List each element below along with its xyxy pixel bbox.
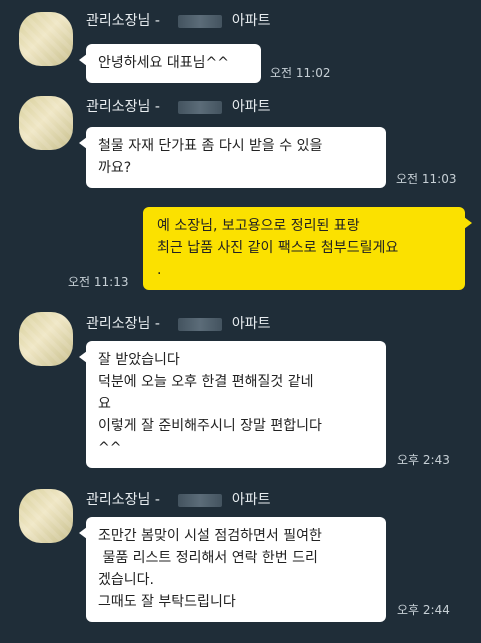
message-time: 오후 2:44 [397, 603, 450, 617]
message-time: 오전 11:13 [68, 275, 129, 289]
incoming-message-bubble[interactable]: 철물 자재 단가표 좀 다시 받을 수 있을 까요? [79, 127, 386, 188]
sender-avatar[interactable] [19, 489, 73, 543]
message-time: 오후 2:43 [397, 453, 450, 467]
sender-name: 관리소장님 - 아파트 [86, 313, 271, 333]
sender-name-suffix: 아파트 [231, 99, 271, 115]
message-time: 오전 11:02 [270, 66, 331, 80]
sender-name-suffix: 아파트 [231, 492, 271, 508]
sender-name-prefix: 관리소장님 - [86, 99, 160, 115]
incoming-message-bubble[interactable]: 안녕하세요 대표님^^ [79, 44, 261, 83]
sender-avatar[interactable] [19, 12, 73, 66]
sender-name-prefix: 관리소장님 - [86, 316, 160, 332]
sender-name-suffix: 아파트 [231, 316, 271, 332]
sender-avatar[interactable] [19, 96, 73, 150]
blurred-name [177, 317, 222, 331]
sender-name-prefix: 관리소장님 - [86, 13, 160, 29]
blurred-name [177, 493, 222, 507]
sender-name: 관리소장님 - 아파트 [86, 96, 271, 116]
sender-name-suffix: 아파트 [231, 13, 271, 29]
message-time: 오전 11:03 [396, 172, 457, 186]
sender-name: 관리소장님 - 아파트 [86, 489, 271, 509]
incoming-message-bubble[interactable]: 잘 받았습니다 덕분에 오늘 오후 한결 편해질것 같네 요 이렇게 잘 준비해… [79, 341, 386, 468]
incoming-message-bubble[interactable]: 조만간 봄맞이 시설 점검하면서 필여한 물품 리스트 정리해서 연락 한번 드… [79, 517, 386, 622]
outgoing-message-bubble[interactable]: 예 소장님, 보고용으로 정리된 표랑 최근 납품 사진 같이 팩스로 첨부드릴… [143, 207, 472, 290]
sender-name-prefix: 관리소장님 - [86, 492, 160, 508]
blurred-name [177, 14, 222, 28]
blurred-name [177, 100, 222, 114]
sender-name: 관리소장님 - 아파트 [86, 10, 271, 30]
sender-avatar[interactable] [19, 312, 73, 366]
